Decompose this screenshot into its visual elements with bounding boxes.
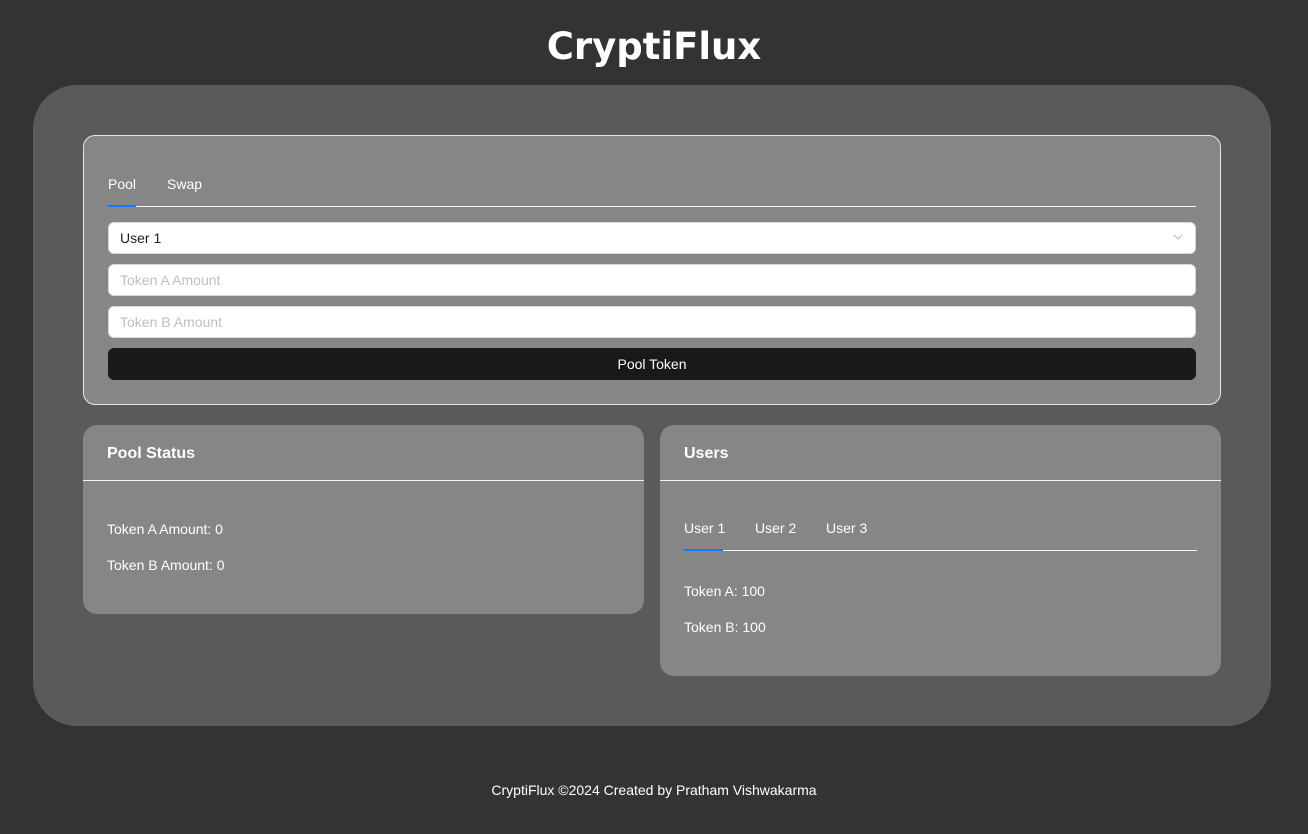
pool-status-card: Pool Status Token A Amount: 0 Token B Am…: [83, 425, 644, 614]
user-tabs: User 1 User 2 User 3: [684, 506, 1197, 551]
app-title: CryptiFlux: [546, 25, 762, 68]
user-token-b: Token B: 100: [684, 619, 766, 635]
pool-status-header: Pool Status: [83, 425, 644, 481]
token-a-amount-input[interactable]: [109, 265, 1195, 295]
tab-user-3[interactable]: User 3: [826, 519, 867, 537]
main-panel: Pool Swap User 1 Pool Token Pool Status …: [33, 85, 1271, 726]
active-tab-indicator: [108, 205, 136, 207]
token-b-amount-input[interactable]: [109, 307, 1195, 337]
pool-token-button[interactable]: Pool Token: [108, 348, 1196, 380]
users-card: Users User 1 User 2 User 3 Token A: 100 …: [660, 425, 1221, 676]
tab-swap[interactable]: Swap: [167, 175, 202, 193]
form-tabs: Pool Swap: [108, 162, 1196, 207]
pool-token-b-amount: Token B Amount: 0: [107, 557, 225, 573]
token-b-amount-input-wrapper: [108, 306, 1196, 338]
token-a-amount-input-wrapper: [108, 264, 1196, 296]
tab-user-2[interactable]: User 2: [755, 519, 796, 537]
user-select[interactable]: User 1: [108, 222, 1196, 254]
tab-user-1[interactable]: User 1: [684, 519, 725, 537]
users-title: Users: [684, 445, 729, 462]
user-token-a: Token A: 100: [684, 583, 765, 599]
chevron-down-icon: [1173, 234, 1183, 240]
user-select-value: User 1: [120, 230, 162, 246]
pool-form-card: Pool Swap User 1 Pool Token: [83, 135, 1221, 405]
pool-status-title: Pool Status: [107, 445, 196, 462]
pool-token-a-amount: Token A Amount: 0: [107, 521, 223, 537]
footer: CryptiFlux ©2024 Created by Pratham Vish…: [491, 782, 817, 798]
users-header: Users: [660, 425, 1221, 481]
active-tab-indicator: [684, 549, 723, 551]
tab-pool[interactable]: Pool: [108, 175, 136, 193]
